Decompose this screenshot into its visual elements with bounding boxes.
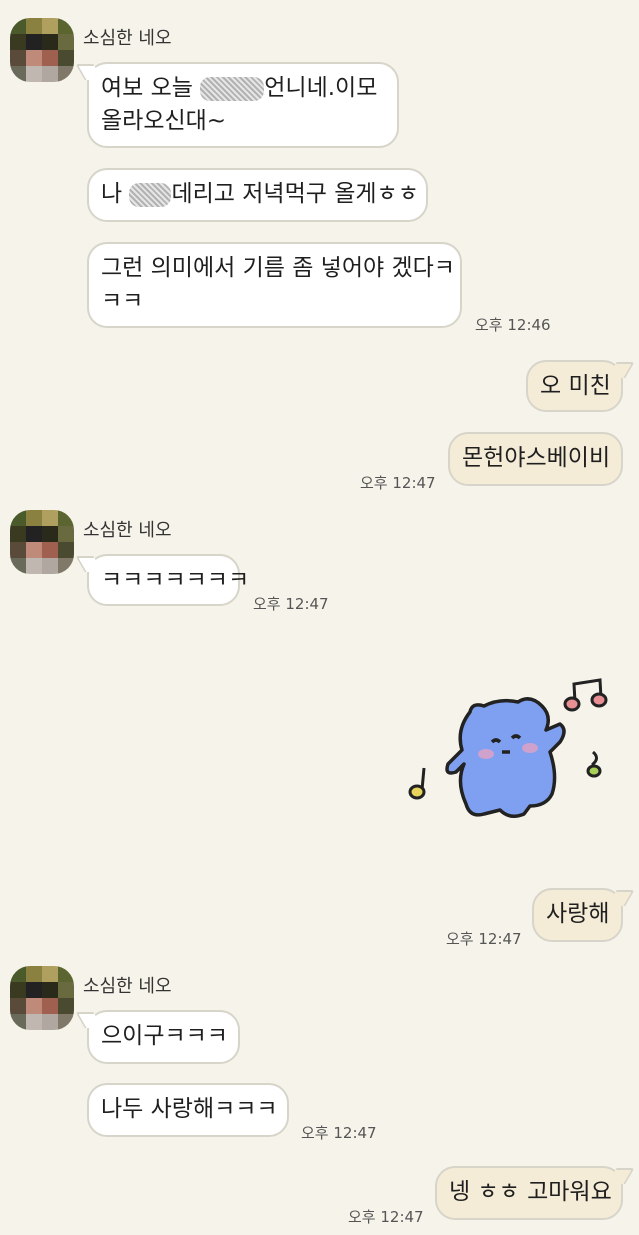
- message-text: 올라오신대~: [101, 108, 227, 134]
- message-bubble[interactable]: 나두 사랑해ㅋㅋㅋ: [87, 1083, 289, 1137]
- message-text: 몬헌야스베이비: [462, 445, 611, 471]
- message-text: ㅋㅋㅋㅋㅋㅋㅋ: [101, 567, 250, 593]
- timestamp: 오후 12:47: [360, 474, 436, 492]
- message-text: 나: [101, 181, 130, 207]
- music-note-icon: [408, 767, 426, 800]
- contact-name: 소심한 네오: [83, 520, 172, 541]
- message-text: 여보 오늘: [101, 75, 201, 101]
- blue-bear-sticker-icon[interactable]: [400, 672, 620, 832]
- blurred-name: [129, 182, 172, 207]
- timestamp: 오후 12:47: [253, 595, 329, 613]
- message-text: 오 미친: [540, 373, 611, 399]
- message-bubble[interactable]: ㅋㅋㅋㅋㅋㅋㅋ: [87, 554, 249, 606]
- timestamp: 오후 12:47: [446, 930, 522, 948]
- avatar[interactable]: [10, 18, 74, 82]
- message-bubble[interactable]: 나 데리고 저녁먹구 올게ㅎㅎ: [87, 168, 428, 222]
- music-note-icon: [563, 678, 608, 712]
- timestamp: 오후 12:47: [348, 1208, 424, 1226]
- message-text: 사랑해: [546, 901, 610, 927]
- contact-name: 소심한 네오: [83, 976, 172, 997]
- timestamp: 오후 12:46: [475, 316, 551, 334]
- message-text: 나두 사랑해ㅋㅋㅋ: [101, 1096, 278, 1122]
- message-text: ㅋㅋ: [101, 288, 144, 314]
- message-bubble[interactable]: 몬헌야스베이비: [448, 432, 623, 486]
- bear-icon: [445, 697, 566, 818]
- message-bubble[interactable]: 으이구ㅋㅋㅋ: [87, 1010, 240, 1064]
- message-text: 넹 ㅎㅎ 고마워요: [449, 1179, 612, 1205]
- contact-name: 소심한 네오: [83, 28, 172, 49]
- blurred-name: [200, 76, 265, 101]
- message-bubble[interactable]: 그런 의미에서 기름 좀 넣어야 겠다ㅋ ㅋㅋ: [87, 242, 462, 328]
- message-text: 데리고 저녁먹구 올게ㅎㅎ: [171, 181, 419, 207]
- message-bubble[interactable]: 여보 오늘 언니네.이모 올라오신대~: [87, 62, 399, 148]
- music-note-icon: [586, 750, 602, 778]
- message-text: 그런 의미에서 기름 좀 넣어야 겠다ㅋ: [101, 255, 455, 281]
- message-text: 으이구ㅋㅋㅋ: [101, 1023, 228, 1049]
- message-bubble[interactable]: 오 미친: [526, 360, 623, 412]
- message-bubble[interactable]: 넹 ㅎㅎ 고마워요: [435, 1166, 623, 1220]
- message-bubble[interactable]: 사랑해: [532, 888, 623, 942]
- message-text: 언니네.이모: [264, 75, 378, 101]
- timestamp: 오후 12:47: [301, 1124, 377, 1142]
- avatar[interactable]: [10, 510, 74, 574]
- avatar[interactable]: [10, 966, 74, 1030]
